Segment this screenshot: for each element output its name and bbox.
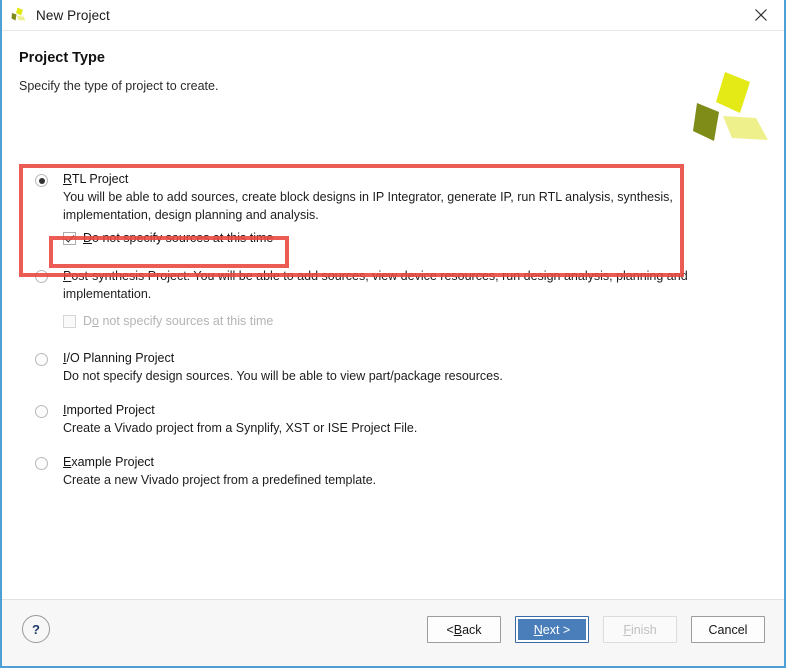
radio-example-project[interactable] bbox=[35, 457, 48, 470]
dialog-content: Project Type Specify the type of project… bbox=[2, 31, 784, 601]
example-project-option[interactable]: Example Project Create a new Vivado proj… bbox=[2, 454, 784, 489]
option-description-imported-project: Create a Vivado project from a Synplify,… bbox=[63, 421, 418, 435]
option-label-post-synthesis-project: Post-synthesis Project: You will be able… bbox=[63, 269, 688, 301]
io-planning-project-option[interactable]: I/O Planning Project Do not specify desi… bbox=[2, 350, 784, 385]
post-synthesis-do-not-specify-sources-checkbox: Do not specify sources at this time bbox=[63, 314, 784, 328]
cancel-button[interactable]: Cancel bbox=[691, 616, 765, 643]
radio-post-synthesis-project[interactable] bbox=[35, 270, 48, 283]
checkbox-label: Do not specify sources at this time bbox=[83, 314, 274, 328]
mnemonic-char: R bbox=[63, 172, 72, 186]
dialog-footer: ? < Back Next > Finish Cancel bbox=[2, 599, 784, 666]
vivado-logo-icon bbox=[10, 6, 28, 24]
option-description-rtl-project: You will be able to add sources, create … bbox=[63, 190, 673, 222]
mnemonic-char: o bbox=[92, 314, 99, 328]
vivado-logo bbox=[688, 69, 774, 147]
rtl-project-option[interactable]: RTL Project You will be able to add sour… bbox=[2, 171, 784, 245]
close-icon[interactable] bbox=[738, 0, 784, 30]
option-description-example-project: Create a new Vivado project from a prede… bbox=[63, 473, 377, 487]
checkbox-box bbox=[63, 314, 76, 328]
radio-imported-project[interactable] bbox=[35, 405, 48, 418]
mnemonic-char: D bbox=[83, 231, 93, 245]
back-button[interactable]: < Back bbox=[427, 616, 501, 643]
mnemonic-char: B bbox=[453, 622, 463, 637]
titlebar: New Project bbox=[2, 0, 784, 31]
option-label-imported-project: Imported Project bbox=[63, 403, 155, 417]
finish-button: Finish bbox=[603, 616, 677, 643]
option-label-rtl-project: RTL Project bbox=[63, 172, 129, 186]
project-type-options: RTL Project You will be able to add sour… bbox=[2, 171, 784, 491]
checkbox-box[interactable] bbox=[63, 231, 76, 245]
mnemonic-char: N bbox=[533, 622, 543, 637]
mnemonic-char: F bbox=[623, 622, 631, 637]
imported-project-option[interactable]: Imported Project Create a Vivado project… bbox=[2, 402, 784, 437]
radio-rtl-project[interactable] bbox=[35, 174, 48, 187]
option-description-io-planning-project: Do not specify design sources. You will … bbox=[63, 369, 503, 383]
radio-io-planning-project[interactable] bbox=[35, 353, 48, 366]
window-title: New Project bbox=[36, 7, 110, 23]
post-synthesis-project-option[interactable]: Post-synthesis Project: You will be able… bbox=[2, 267, 784, 328]
footer-button-row: < Back Next > Finish Cancel bbox=[427, 616, 765, 643]
option-label-io-planning-project: I/O Planning Project bbox=[63, 351, 175, 365]
rtl-do-not-specify-sources-checkbox[interactable]: Do not specify sources at this time bbox=[63, 231, 784, 245]
checkbox-label: Do not specify sources at this time bbox=[83, 231, 274, 245]
option-label-example-project: Example Project bbox=[63, 455, 155, 469]
help-button[interactable]: ? bbox=[22, 615, 50, 643]
page-subtitle: Specify the type of project to create. bbox=[19, 79, 219, 93]
next-button[interactable]: Next > bbox=[515, 616, 589, 643]
page-title: Project Type bbox=[19, 50, 105, 66]
new-project-dialog: New Project Project Type Specify the typ… bbox=[0, 0, 786, 668]
